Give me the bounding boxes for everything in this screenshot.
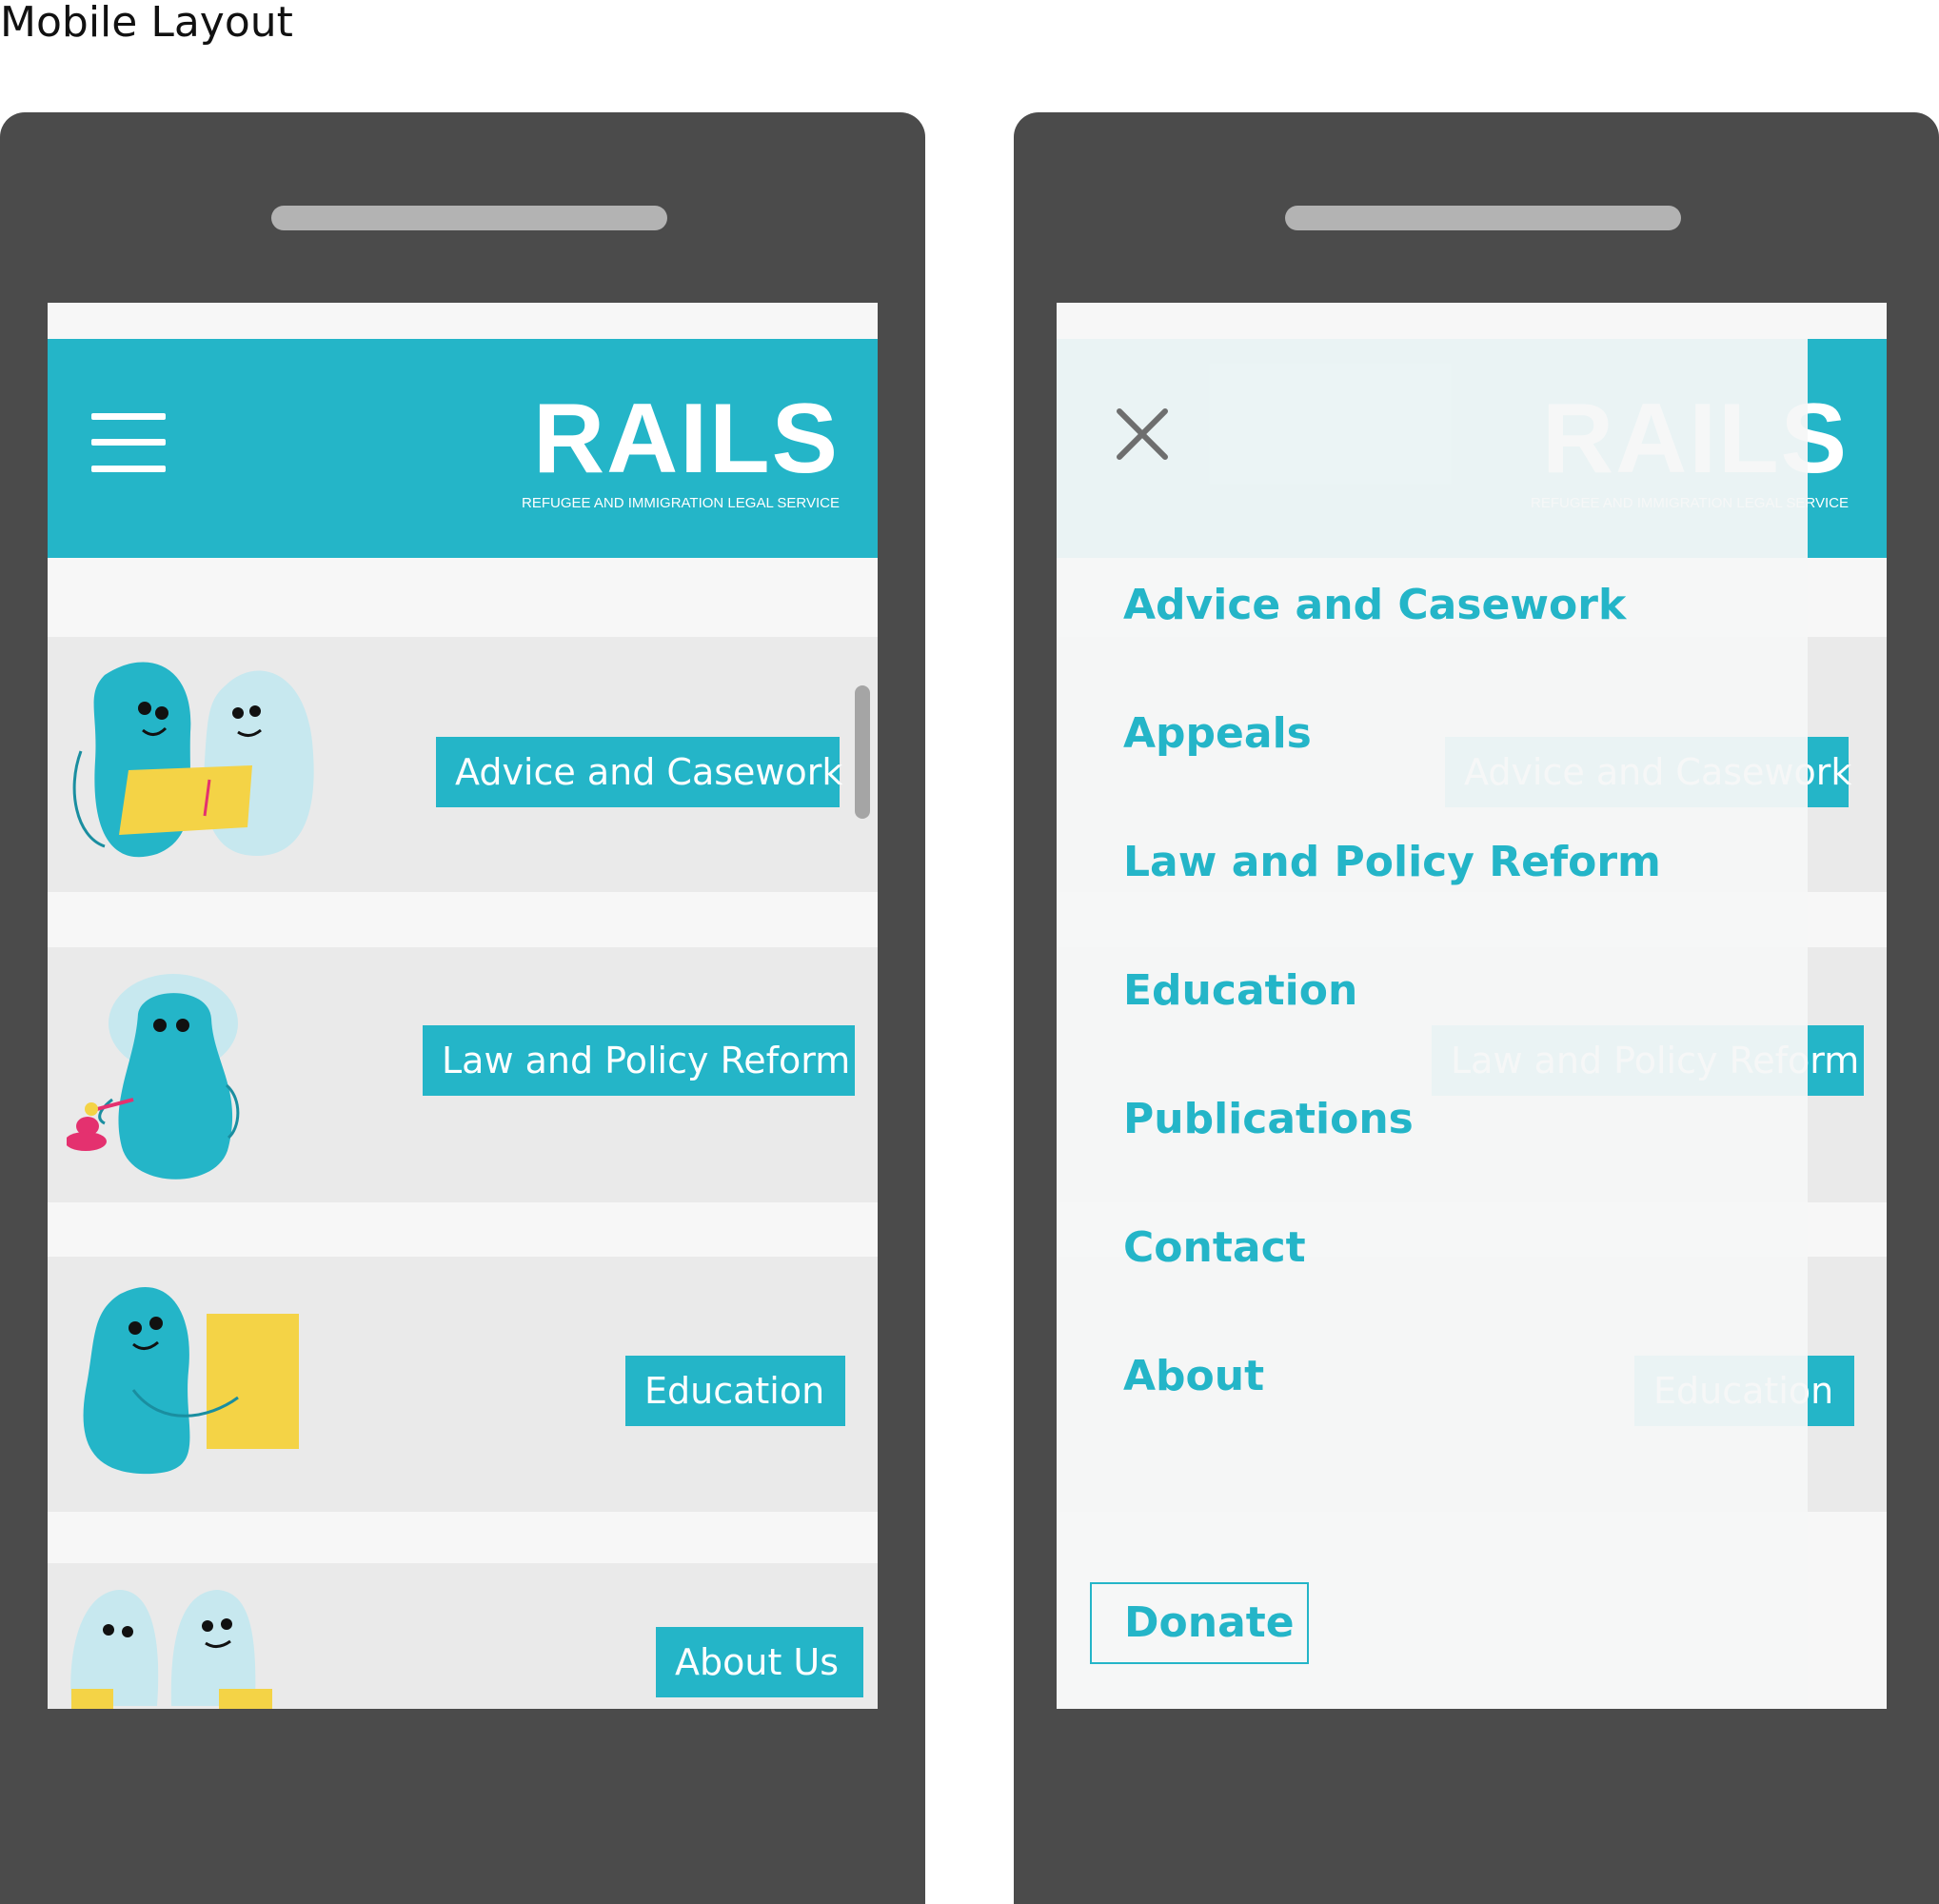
two-characters-illustration bbox=[70, 1590, 272, 1709]
phone-mockup-menu-open: RAILS REFUGEE AND IMMIGRATION LEGAL SERV… bbox=[1014, 112, 1939, 1904]
logo-wordmark: RAILS bbox=[533, 384, 840, 494]
phone-mockup-home: RAILS REFUGEE AND IMMIGRATION LEGAL SERV… bbox=[0, 112, 925, 1904]
navigation-drawer: Advice and Casework Appeals Law and Poli… bbox=[1057, 339, 1808, 1709]
donate-button[interactable]: Donate bbox=[1090, 1582, 1309, 1664]
scrollbar[interactable] bbox=[855, 685, 870, 819]
law-and-policy-reform-label[interactable]: Law and Policy Reform bbox=[423, 1025, 855, 1096]
menu-item-publications[interactable]: Publications bbox=[1123, 1093, 1414, 1146]
barrister-with-gavel-illustration bbox=[67, 974, 240, 1180]
character-holding-board-illustration bbox=[83, 1286, 299, 1475]
menu-item-about[interactable]: About bbox=[1123, 1350, 1264, 1403]
hamburger-menu-icon[interactable] bbox=[91, 413, 166, 472]
menu-item-appeals[interactable]: Appeals bbox=[1123, 707, 1312, 761]
card-advice-and-casework[interactable]: Advice and Casework bbox=[48, 637, 878, 892]
card-law-and-policy-reform[interactable]: Law and Policy Reform bbox=[48, 947, 878, 1202]
page-title: Mobile Layout bbox=[0, 0, 293, 47]
about-us-label[interactable]: About Us bbox=[656, 1627, 863, 1697]
education-label[interactable]: Education bbox=[625, 1356, 845, 1426]
logo-tagline: REFUGEE AND IMMIGRATION LEGAL SERVICE bbox=[522, 495, 840, 511]
phone-screen: RAILS REFUGEE AND IMMIGRATION LEGAL SERV… bbox=[1057, 303, 1887, 1709]
phone-speaker bbox=[271, 206, 667, 230]
menu-item-advice-and-casework[interactable]: Advice and Casework bbox=[1123, 579, 1626, 632]
card-education[interactable]: Education bbox=[48, 1257, 878, 1512]
menu-item-education[interactable]: Education bbox=[1123, 964, 1357, 1018]
rails-logo[interactable]: RAILS REFUGEE AND IMMIGRATION LEGAL SERV… bbox=[522, 387, 840, 511]
phone-screen: RAILS REFUGEE AND IMMIGRATION LEGAL SERV… bbox=[48, 303, 878, 1709]
characters-reviewing-document-illustration bbox=[72, 662, 314, 858]
advice-and-casework-label[interactable]: Advice and Casework bbox=[436, 737, 842, 807]
menu-item-contact[interactable]: Contact bbox=[1123, 1221, 1306, 1275]
close-icon[interactable] bbox=[1114, 406, 1171, 463]
card-about-us[interactable]: About Us bbox=[48, 1563, 878, 1709]
app-header: RAILS REFUGEE AND IMMIGRATION LEGAL SERV… bbox=[48, 339, 878, 558]
menu-item-law-and-policy-reform[interactable]: Law and Policy Reform bbox=[1123, 836, 1661, 889]
phone-speaker bbox=[1285, 206, 1681, 230]
